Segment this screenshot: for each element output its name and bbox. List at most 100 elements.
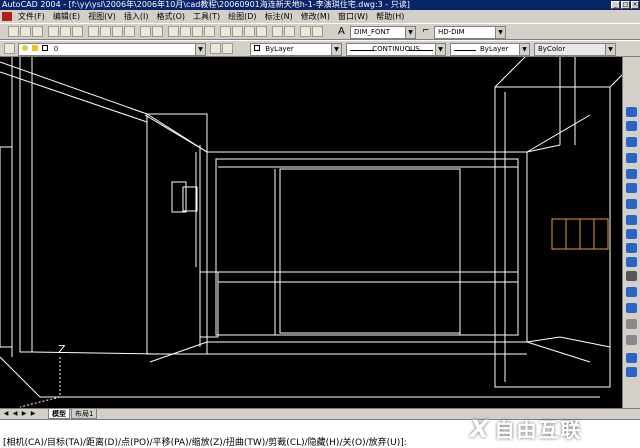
tool-palettes-icon[interactable] — [244, 26, 255, 37]
color-value: ByLayer — [265, 45, 294, 53]
offset-icon[interactable] — [626, 153, 637, 163]
menu-modify[interactable]: 修改(M) — [297, 10, 334, 23]
open-file-icon[interactable] — [20, 26, 31, 37]
zoom-extents-icon[interactable] — [272, 26, 283, 37]
orbit-icon[interactable] — [626, 353, 637, 363]
layer-manager-icon[interactable] — [4, 43, 15, 54]
linetype-select[interactable]: CONTINUOUS ▼ — [346, 43, 446, 56]
undo-icon[interactable] — [140, 26, 151, 37]
explode-icon[interactable] — [626, 367, 637, 377]
markup-icon[interactable] — [256, 26, 267, 37]
break-icon[interactable] — [626, 271, 637, 281]
chevron-down-icon[interactable]: ▼ — [195, 44, 205, 55]
chevron-down-icon[interactable]: ▼ — [605, 44, 615, 55]
menu-insert[interactable]: 插入(I) — [120, 10, 153, 23]
copy-icon[interactable] — [100, 26, 111, 37]
title-bar: AutoCAD 2004 - [f:\yy\ysl\2006年\2006年10月… — [0, 0, 640, 10]
help-icon[interactable] — [312, 26, 323, 37]
drawing-area[interactable]: Z — [0, 57, 622, 408]
zoom-realtime-icon[interactable] — [180, 26, 191, 37]
menu-edit[interactable]: 编辑(E) — [49, 10, 84, 23]
scale-icon[interactable] — [626, 215, 637, 225]
last-tab-icon[interactable]: ▶ — [29, 410, 37, 418]
zoom-in-icon[interactable] — [284, 26, 295, 37]
move-icon[interactable] — [626, 183, 637, 193]
trim-icon[interactable] — [626, 243, 637, 253]
chevron-down-icon[interactable]: ▼ — [519, 44, 529, 55]
menu-help[interactable]: 帮助(H) — [372, 10, 408, 23]
tab-layout1[interactable]: 布局1 — [71, 409, 98, 419]
chamfer-icon[interactable] — [626, 287, 637, 297]
new-file-icon[interactable] — [8, 26, 19, 37]
menu-file[interactable]: 文件(F) — [14, 10, 49, 23]
chevron-down-icon[interactable]: ▼ — [331, 44, 341, 55]
dim-style-select[interactable]: HD-DIM ▼ — [434, 26, 506, 39]
design-center-icon[interactable] — [232, 26, 243, 37]
standard-toolbar: A DIM_FONT ▼ ⌐ HD-DIM ▼ — [0, 23, 640, 40]
solid-edit-icon[interactable] — [626, 319, 637, 329]
maximize-button[interactable]: □ — [621, 1, 630, 9]
color-swatch-icon — [42, 45, 49, 51]
menu-view[interactable]: 视图(V) — [84, 10, 120, 23]
text-style-icon: A — [338, 26, 349, 37]
array-icon[interactable] — [626, 169, 637, 179]
menu-tools[interactable]: 工具(T) — [189, 10, 224, 23]
tab-model[interactable]: 模型 — [48, 409, 70, 419]
menu-draw[interactable]: 绘图(D) — [224, 10, 260, 23]
layer-on-icon — [22, 45, 28, 51]
chevron-down-icon[interactable]: ▼ — [495, 27, 505, 38]
menu-dimension[interactable]: 标注(N) — [261, 10, 297, 23]
paste-icon[interactable] — [112, 26, 123, 37]
document-icon[interactable] — [2, 12, 12, 21]
print-icon[interactable] — [48, 26, 59, 37]
left-column — [19, 57, 33, 353]
copy-object-icon[interactable] — [626, 121, 637, 131]
back-wall-inner — [215, 158, 519, 336]
stretch-icon[interactable] — [626, 229, 637, 239]
zoom-previous-icon[interactable] — [204, 26, 215, 37]
text-style-value: DIM_FONT — [354, 28, 391, 36]
menu-format[interactable]: 格式(O) — [152, 10, 189, 23]
region-icon[interactable] — [626, 335, 637, 345]
layer-select[interactable]: 0 ▼ — [18, 43, 206, 56]
plotstyle-select[interactable]: ByColor ▼ — [534, 43, 616, 56]
mirror-icon[interactable] — [626, 137, 637, 147]
close-button[interactable]: × — [631, 1, 639, 9]
lineweight-select[interactable]: ByLayer ▼ — [450, 43, 530, 56]
match-properties-icon[interactable] — [124, 26, 135, 37]
menu-bar: 文件(F) 编辑(E) 视图(V) 插入(I) 格式(O) 工具(T) 绘图(D… — [0, 10, 640, 23]
rotate-icon[interactable] — [626, 199, 637, 209]
pan-icon[interactable] — [168, 26, 179, 37]
refresh-icon[interactable] — [300, 26, 311, 37]
prev-tab-icon[interactable]: ◀ — [11, 410, 19, 418]
command-prompt: [相机(CA)/目标(TA)/距离(D)/点(PO)/平移(PA)/缩放(Z)/… — [3, 438, 407, 448]
zoom-window-icon[interactable] — [192, 26, 203, 37]
chevron-down-icon[interactable]: ▼ — [405, 27, 415, 38]
lineweight-value: ByLayer — [480, 45, 509, 53]
properties-icon[interactable] — [220, 26, 231, 37]
extend-icon[interactable] — [626, 257, 637, 267]
layer-previous-icon[interactable] — [222, 43, 233, 54]
plotstyle-value: ByColor — [538, 45, 566, 53]
first-tab-icon[interactable]: ◀ — [2, 410, 10, 418]
autocad-window: AutoCAD 2004 - [f:\yy\ysl\2006年\2006年10月… — [0, 0, 640, 448]
ucs-icon — [19, 357, 61, 408]
text-style-select[interactable]: DIM_FONT ▼ — [350, 26, 416, 39]
print-preview-icon[interactable] — [60, 26, 71, 37]
linetype-value: CONTINUOUS — [372, 45, 420, 53]
erase-icon[interactable] — [626, 107, 637, 117]
next-tab-icon[interactable]: ▶ — [20, 410, 28, 418]
fillet-icon[interactable] — [626, 303, 637, 313]
redo-icon[interactable] — [152, 26, 163, 37]
cut-icon[interactable] — [88, 26, 99, 37]
save-icon[interactable] — [32, 26, 43, 37]
color-select[interactable]: ByLayer ▼ — [250, 43, 342, 56]
make-object-layer-current-icon[interactable] — [210, 43, 221, 54]
menu-window[interactable]: 窗口(W) — [334, 10, 372, 23]
chevron-down-icon[interactable]: ▼ — [435, 44, 445, 55]
watermark-x-icon: X — [470, 415, 491, 443]
dim-style-icon: ⌐ — [422, 26, 433, 37]
publish-icon[interactable] — [72, 26, 83, 37]
minimize-button[interactable]: _ — [611, 1, 620, 9]
dim-style-value: HD-DIM — [438, 28, 465, 36]
